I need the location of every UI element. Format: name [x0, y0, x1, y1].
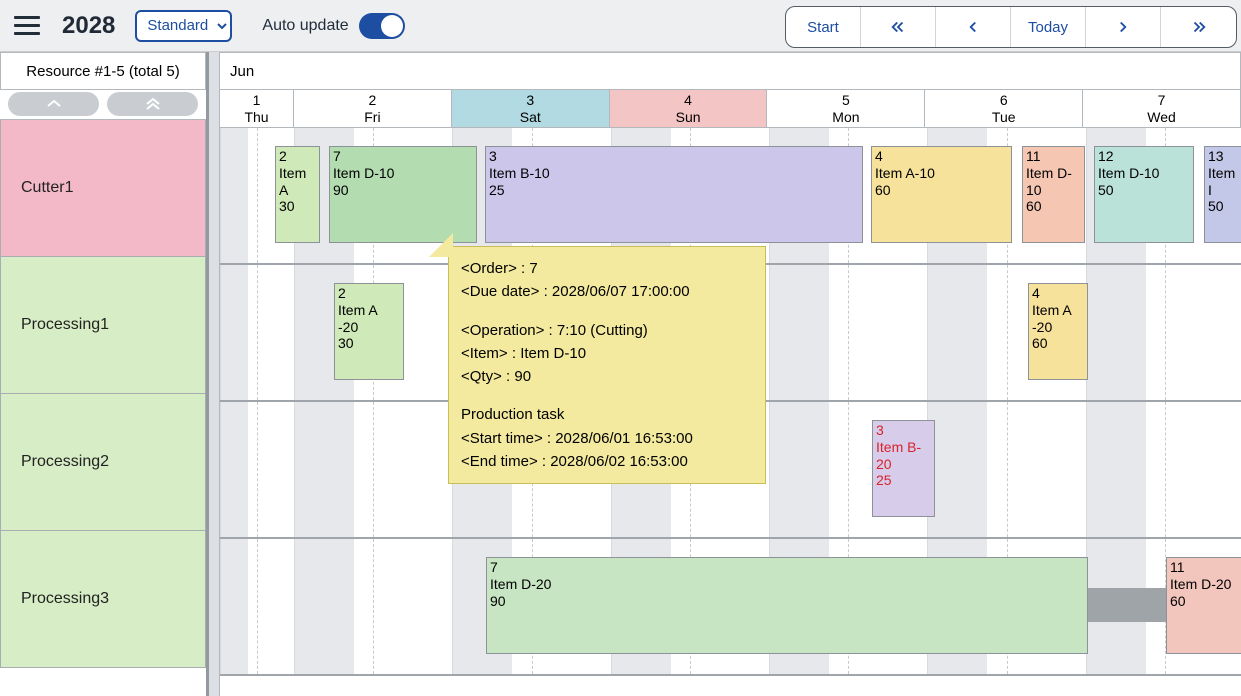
task-handle[interactable] — [871, 147, 872, 242]
nav-today-button[interactable]: Today — [1011, 7, 1086, 47]
nav-prev-fast-button[interactable] — [861, 7, 936, 47]
nav-next-fast-button[interactable] — [1161, 7, 1236, 47]
task-handle[interactable] — [1028, 284, 1029, 379]
task-handle[interactable] — [485, 147, 486, 242]
task-handle[interactable] — [1166, 558, 1167, 653]
gantt-task[interactable]: 7Item D-2090 — [486, 557, 1088, 654]
month-header: Jun — [220, 52, 1241, 90]
auto-update-label: Auto update — [262, 17, 348, 35]
vertical-scrollbar[interactable] — [209, 52, 220, 696]
task-handle[interactable] — [334, 284, 335, 379]
resource-row[interactable]: Cutter1 — [0, 120, 206, 257]
day-cell: 5Mon — [767, 90, 925, 127]
auto-update-toggle[interactable] — [359, 13, 405, 39]
gantt-task[interactable]: 11Item D-2060 — [1166, 557, 1241, 654]
task-connector — [1088, 588, 1166, 622]
gantt-chart: Jun 1Thu 2Fri 3Sat 4Sun 5Mon 6Tue 7Wed /… — [206, 52, 1241, 696]
time-nav: Start Today — [785, 6, 1237, 48]
day-header: 1Thu 2Fri 3Sat 4Sun 5Mon 6Tue 7Wed — [220, 90, 1241, 128]
gantt-task[interactable]: 12Item D-1050 — [1094, 146, 1194, 243]
gantt-task[interactable]: 2Item A -2030 — [334, 283, 404, 380]
nav-prev-button[interactable] — [936, 7, 1011, 47]
resource-row[interactable]: Processing2 — [0, 394, 206, 531]
gantt-task[interactable]: 7Item D-1090 — [329, 146, 477, 243]
gantt-task[interactable]: 4Item A -2060 — [1028, 283, 1088, 380]
collapse-button[interactable] — [8, 92, 99, 116]
nav-start-button[interactable]: Start — [786, 7, 861, 47]
gantt-task[interactable]: 13Item I50 — [1204, 146, 1241, 243]
task-handle[interactable] — [329, 147, 330, 242]
view-mode-select[interactable]: Standard — [135, 10, 232, 42]
task-handle[interactable] — [486, 558, 487, 653]
gantt-task[interactable]: 3Item B-2025 — [872, 420, 935, 517]
task-handle[interactable] — [1204, 147, 1205, 242]
task-tooltip: <Order> : 7 <Due date> : 2028/06/07 17:0… — [448, 246, 766, 484]
collapse-all-button[interactable] — [107, 92, 198, 116]
task-handle[interactable] — [872, 421, 873, 516]
day-cell: 6Tue — [925, 90, 1083, 127]
menu-icon[interactable] — [10, 9, 44, 43]
day-cell: 3Sat — [452, 90, 610, 127]
gantt-task[interactable]: 11Item D-1060 — [1022, 146, 1085, 243]
day-cell: 7Wed — [1083, 90, 1241, 127]
gantt-task[interactable]: 2Item A30 — [275, 146, 320, 243]
day-cell: 1Thu — [220, 90, 294, 127]
task-handle[interactable] — [1094, 147, 1095, 242]
day-cell: 4Sun — [610, 90, 768, 127]
sidebar-title: Resource #1-5 (total 5) — [0, 52, 206, 90]
resource-row[interactable]: Processing3 — [0, 531, 206, 668]
resource-sidebar: Resource #1-5 (total 5) Cutter1 Processi… — [0, 52, 206, 696]
day-cell: 2Fri — [294, 90, 452, 127]
task-handle[interactable] — [275, 147, 276, 242]
task-handle[interactable] — [1022, 147, 1023, 242]
gantt-task[interactable]: 3Item B-1025 — [485, 146, 863, 243]
resource-row[interactable]: Processing1 — [0, 257, 206, 394]
gantt-task[interactable]: 4Item A-1060 — [871, 146, 1012, 243]
nav-next-button[interactable] — [1086, 7, 1161, 47]
year-label: 2028 — [62, 12, 115, 40]
